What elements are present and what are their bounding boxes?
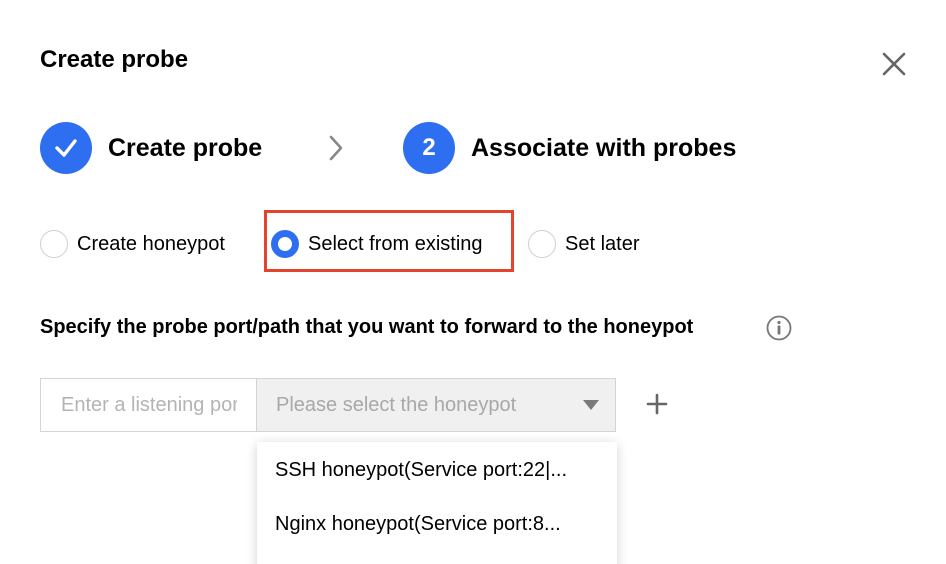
radio-button[interactable] [40,230,68,258]
step-number: 2 [403,122,455,174]
step-label: Create probe [108,133,263,162]
info-icon[interactable] [766,315,792,341]
step-associate: 2 Associate with probes [403,122,736,174]
honeypot-select-placeholder: Please select the honeypot [276,393,517,416]
step-label: Associate with probes [471,133,737,162]
honeypot-dropdown-menu: SSH honeypot(Service port:22|... Nginx h… [257,442,617,564]
check-icon [40,122,92,174]
listening-port-input[interactable] [40,378,257,432]
radio-set-later[interactable]: Set later [528,230,639,258]
dropdown-item-nginx-honeypot[interactable]: Nginx honeypot(Service port:8... [257,497,617,551]
modal-title: Create probe [40,46,189,73]
honeypot-select[interactable]: Please select the honeypot [256,378,616,432]
radio-label: Create honeypot [77,232,225,255]
radio-label: Set later [565,232,640,255]
plus-icon[interactable] [645,392,669,416]
dropdown-item-ssh-honeypot[interactable]: SSH honeypot(Service port:22|... [257,443,617,497]
caret-down-icon [583,400,599,410]
forward-section-label: Specify the probe port/path that you wan… [40,316,694,338]
radio-create-honeypot[interactable]: Create honeypot [40,230,225,258]
close-icon[interactable] [878,48,910,80]
highlight-annotation-box [264,210,514,272]
step-create-probe: Create probe [40,122,262,174]
chevron-right-icon [329,135,343,161]
radio-button[interactable] [528,230,556,258]
